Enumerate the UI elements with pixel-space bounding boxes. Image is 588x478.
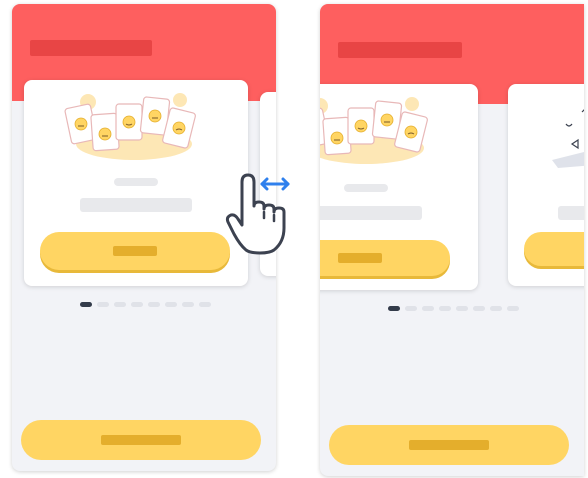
card-subtitle-placeholder [558,206,584,220]
card-title-placeholder [344,184,388,192]
card-subtitle-placeholder [80,198,192,212]
card-subtitle-placeholder [320,206,422,220]
page-dot[interactable] [165,302,177,307]
page-dot[interactable] [405,306,417,311]
page-dot-active[interactable] [80,302,92,307]
page-dot[interactable] [490,306,502,311]
header-title-placeholder [338,42,462,58]
primary-button-label [409,440,489,450]
card-title-placeholder [114,178,158,186]
page-dot[interactable] [182,302,194,307]
emoji-cards-illustration [320,97,428,164]
carousel-card-active[interactable] [24,80,248,286]
page-dot[interactable] [422,306,434,311]
card-action-button[interactable] [320,240,450,276]
page-dot-active[interactable] [388,306,400,311]
card-action-button[interactable] [524,232,584,266]
primary-button-label [101,435,181,445]
header-title-placeholder [30,40,152,56]
primary-button[interactable] [21,420,261,460]
card-action-label [113,246,157,256]
page-dot[interactable] [507,306,519,311]
page-indicator [80,302,211,307]
page-dot[interactable] [131,302,143,307]
emoji-cards-illustration [64,93,196,160]
page-dot[interactable] [199,302,211,307]
page-dot[interactable] [439,306,451,311]
page-dot[interactable] [114,302,126,307]
primary-button[interactable] [329,425,569,465]
card-action-button[interactable] [40,232,230,270]
carousel-card-previous[interactable] [320,84,478,290]
tilted-card-illustration [552,109,584,168]
page-dot[interactable] [456,306,468,311]
page-indicator [388,306,519,311]
page-dot[interactable] [473,306,485,311]
double-arrow-icon [260,177,290,191]
card-action-label [338,253,382,263]
carousel-card-active[interactable] [508,84,584,286]
onboarding-screen-right [320,4,584,476]
page-dot[interactable] [148,302,160,307]
page-dot[interactable] [97,302,109,307]
